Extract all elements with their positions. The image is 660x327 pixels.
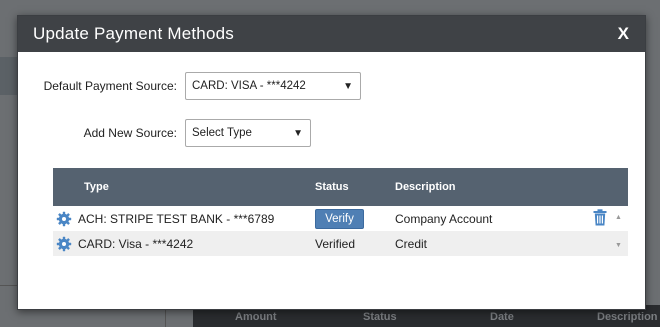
background-col-date: Date: [490, 311, 514, 323]
scroll-up-arrow[interactable]: ▲: [615, 214, 622, 221]
header-type: Type: [84, 181, 109, 193]
add-source-select[interactable]: Select Type ▼: [185, 119, 311, 147]
background-col-description: Description: [597, 311, 658, 323]
close-button[interactable]: X: [618, 24, 629, 44]
update-payment-methods-modal: Update Payment Methods X Default Payment…: [17, 15, 646, 310]
caret-down-icon: ▼: [293, 127, 303, 139]
row-status-text: Verified: [315, 236, 356, 251]
add-source-label: Add New Source:: [83, 126, 177, 140]
modal-title: Update Payment Methods: [33, 24, 234, 43]
add-source-value: Select Type: [192, 127, 252, 139]
row-status-cell: Verify: [315, 208, 395, 229]
row-description: Credit: [395, 236, 428, 251]
caret-down-icon: ▼: [343, 80, 353, 92]
modal-header: Update Payment Methods X: [18, 16, 645, 52]
trash-icon[interactable]: [593, 209, 607, 226]
row-type-cell: CARD: Visa - ***4242: [53, 236, 315, 252]
row-type-text: ACH: STRIPE TEST BANK - ***6789: [78, 211, 275, 226]
default-source-row: Default Payment Source: CARD: VISA - ***…: [25, 72, 361, 100]
add-source-row: Add New Source: Select Type ▼: [25, 119, 311, 147]
default-source-select[interactable]: CARD: VISA - ***4242 ▼: [185, 72, 361, 100]
default-source-label: Default Payment Source:: [43, 79, 177, 93]
default-source-value: CARD: VISA - ***4242: [192, 80, 306, 92]
gear-icon[interactable]: [56, 211, 72, 227]
background-col-amount: Amount: [235, 311, 277, 323]
background-divider: [0, 285, 18, 286]
table-header: Type Status Description: [53, 168, 628, 206]
scroll-down-arrow[interactable]: ▼: [615, 242, 622, 249]
gear-icon[interactable]: [56, 236, 72, 252]
table-row: ACH: STRIPE TEST BANK - ***6789 Verify C…: [53, 206, 628, 231]
row-type-text: CARD: Visa - ***4242: [78, 236, 194, 251]
row-type-cell: ACH: STRIPE TEST BANK - ***6789: [53, 211, 315, 227]
background-nav-strip: [0, 57, 18, 95]
table-row: CARD: Visa - ***4242 Verified Credit ▼: [53, 231, 628, 256]
background-col-status: Status: [363, 311, 397, 323]
verify-button[interactable]: Verify: [315, 208, 364, 229]
header-description: Description: [395, 181, 456, 193]
payment-sources-table: Type Status Description ACH: STRIPE TEST…: [53, 168, 628, 256]
header-status: Status: [315, 181, 349, 193]
